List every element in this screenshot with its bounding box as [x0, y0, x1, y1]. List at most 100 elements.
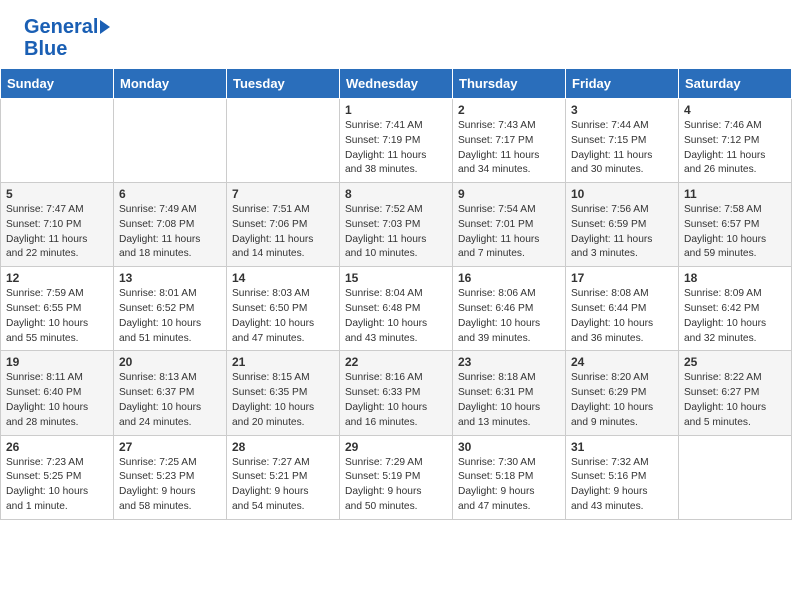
day-info: Sunrise: 8:06 AM Sunset: 6:46 PM Dayligh… — [458, 287, 560, 346]
weekday-header: Monday — [114, 69, 227, 99]
calendar-day-cell — [227, 99, 340, 183]
day-number: 19 — [6, 355, 108, 369]
day-number: 27 — [119, 440, 221, 454]
calendar-week-row: 5 Sunrise: 7:47 AM Sunset: 7:10 PM Daylig… — [1, 183, 792, 267]
day-info: Sunrise: 8:22 AM Sunset: 6:27 PM Dayligh… — [684, 371, 786, 430]
day-number: 20 — [119, 355, 221, 369]
day-info: Sunrise: 8:15 AM Sunset: 6:35 PM Dayligh… — [232, 371, 334, 430]
calendar-day-cell: 14Sunrise: 8:03 AM Sunset: 6:50 PM Dayli… — [227, 267, 340, 351]
calendar-table: SundayMondayTuesdayWednesdayThursdayFrid… — [0, 68, 792, 520]
day-info: Sunrise: 7:56 AM Sunset: 6:59 PM Dayligh… — [571, 203, 673, 262]
day-number: 5 — [6, 187, 108, 201]
day-info: Sunrise: 7:47 AM Sunset: 7:10 PM Dayligh… — [6, 203, 108, 262]
calendar-day-cell: 7 Sunrise: 7:51 AM Sunset: 7:06 PM Daylig… — [227, 183, 340, 267]
day-info: Sunrise: 7:27 AM Sunset: 5:21 PM Dayligh… — [232, 456, 334, 515]
day-number: 21 — [232, 355, 334, 369]
calendar-day-cell: 28 Sunrise: 7:27 AM Sunset: 5:21 PM Dayli… — [227, 435, 340, 519]
day-info: Sunrise: 8:04 AM Sunset: 6:48 PM Dayligh… — [345, 287, 447, 346]
day-number: 31 — [571, 440, 673, 454]
day-number: 24 — [571, 355, 673, 369]
day-info: Sunrise: 7:49 AM Sunset: 7:08 PM Dayligh… — [119, 203, 221, 262]
day-info: Sunrise: 8:16 AM Sunset: 6:33 PM Dayligh… — [345, 371, 447, 430]
calendar-header-row: SundayMondayTuesdayWednesdayThursdayFrid… — [1, 69, 792, 99]
day-info: Sunrise: 8:18 AM Sunset: 6:31 PM Dayligh… — [458, 371, 560, 430]
calendar-day-cell: 15 Sunrise: 8:04 AM Sunset: 6:48 PM Dayli… — [340, 267, 453, 351]
logo-text: General — [24, 16, 98, 38]
day-number: 26 — [6, 440, 108, 454]
calendar-day-cell — [1, 99, 114, 183]
day-info: Sunrise: 7:43 AM Sunset: 7:17 PM Dayligh… — [458, 119, 560, 178]
day-info: Sunrise: 8:03 AM Sunset: 6:50 PM Dayligh… — [232, 287, 334, 346]
calendar-body: 1 Sunrise: 7:41 AM Sunset: 7:19 PM Daylig… — [1, 99, 792, 520]
day-info: Sunrise: 8:01 AM Sunset: 6:52 PM Dayligh… — [119, 287, 221, 346]
calendar-day-cell: 25 Sunrise: 8:22 AM Sunset: 6:27 PM Dayli… — [679, 351, 792, 435]
calendar-day-cell: 26 Sunrise: 7:23 AM Sunset: 5:25 PM Dayli… — [1, 435, 114, 519]
calendar-day-cell: 24 Sunrise: 8:20 AM Sunset: 6:29 PM Dayli… — [566, 351, 679, 435]
day-number: 1 — [345, 103, 447, 117]
calendar-day-cell: 29 Sunrise: 7:29 AM Sunset: 5:19 PM Dayli… — [340, 435, 453, 519]
calendar-day-cell — [114, 99, 227, 183]
day-number: 23 — [458, 355, 560, 369]
logo-blue-text: Blue — [24, 38, 67, 60]
calendar-day-cell: 31Sunrise: 7:32 AM Sunset: 5:16 PM Dayli… — [566, 435, 679, 519]
calendar-day-cell: 22Sunrise: 8:16 AM Sunset: 6:33 PM Dayli… — [340, 351, 453, 435]
logo: General Blue — [24, 16, 110, 60]
day-number: 16 — [458, 271, 560, 285]
day-number: 8 — [345, 187, 447, 201]
day-number: 4 — [684, 103, 786, 117]
day-number: 28 — [232, 440, 334, 454]
day-info: Sunrise: 7:30 AM Sunset: 5:18 PM Dayligh… — [458, 456, 560, 515]
calendar-day-cell: 2 Sunrise: 7:43 AM Sunset: 7:17 PM Daylig… — [453, 99, 566, 183]
calendar-week-row: 12 Sunrise: 7:59 AM Sunset: 6:55 PM Dayli… — [1, 267, 792, 351]
day-info: Sunrise: 8:09 AM Sunset: 6:42 PM Dayligh… — [684, 287, 786, 346]
day-info: Sunrise: 8:11 AM Sunset: 6:40 PM Dayligh… — [6, 371, 108, 430]
day-number: 29 — [345, 440, 447, 454]
day-info: Sunrise: 7:46 AM Sunset: 7:12 PM Dayligh… — [684, 119, 786, 178]
calendar-day-cell: 3 Sunrise: 7:44 AM Sunset: 7:15 PM Daylig… — [566, 99, 679, 183]
calendar-day-cell: 23 Sunrise: 8:18 AM Sunset: 6:31 PM Dayli… — [453, 351, 566, 435]
calendar-day-cell: 16 Sunrise: 8:06 AM Sunset: 6:46 PM Dayli… — [453, 267, 566, 351]
calendar-week-row: 1 Sunrise: 7:41 AM Sunset: 7:19 PM Daylig… — [1, 99, 792, 183]
day-number: 9 — [458, 187, 560, 201]
calendar-day-cell: 12 Sunrise: 7:59 AM Sunset: 6:55 PM Dayli… — [1, 267, 114, 351]
day-info: Sunrise: 8:20 AM Sunset: 6:29 PM Dayligh… — [571, 371, 673, 430]
calendar-day-cell: 21 Sunrise: 8:15 AM Sunset: 6:35 PM Dayli… — [227, 351, 340, 435]
day-info: Sunrise: 7:58 AM Sunset: 6:57 PM Dayligh… — [684, 203, 786, 262]
day-info: Sunrise: 7:25 AM Sunset: 5:23 PM Dayligh… — [119, 456, 221, 515]
calendar-day-cell: 1 Sunrise: 7:41 AM Sunset: 7:19 PM Daylig… — [340, 99, 453, 183]
day-info: Sunrise: 8:08 AM Sunset: 6:44 PM Dayligh… — [571, 287, 673, 346]
calendar-week-row: 26 Sunrise: 7:23 AM Sunset: 5:25 PM Dayli… — [1, 435, 792, 519]
day-number: 7 — [232, 187, 334, 201]
weekday-header: Wednesday — [340, 69, 453, 99]
day-number: 3 — [571, 103, 673, 117]
calendar-day-cell: 6Sunrise: 7:49 AM Sunset: 7:08 PM Daylig… — [114, 183, 227, 267]
day-info: Sunrise: 7:51 AM Sunset: 7:06 PM Dayligh… — [232, 203, 334, 262]
day-number: 12 — [6, 271, 108, 285]
calendar-day-cell: 18Sunrise: 8:09 AM Sunset: 6:42 PM Dayli… — [679, 267, 792, 351]
calendar-day-cell: 5 Sunrise: 7:47 AM Sunset: 7:10 PM Daylig… — [1, 183, 114, 267]
day-info: Sunrise: 7:59 AM Sunset: 6:55 PM Dayligh… — [6, 287, 108, 346]
header: General Blue — [0, 0, 792, 68]
day-info: Sunrise: 7:41 AM Sunset: 7:19 PM Dayligh… — [345, 119, 447, 178]
weekday-header: Friday — [566, 69, 679, 99]
day-number: 25 — [684, 355, 786, 369]
calendar-day-cell: 30 Sunrise: 7:30 AM Sunset: 5:18 PM Dayli… — [453, 435, 566, 519]
calendar-day-cell: 4 Sunrise: 7:46 AM Sunset: 7:12 PM Daylig… — [679, 99, 792, 183]
calendar-day-cell: 10 Sunrise: 7:56 AM Sunset: 6:59 PM Dayli… — [566, 183, 679, 267]
day-number: 17 — [571, 271, 673, 285]
day-info: Sunrise: 7:44 AM Sunset: 7:15 PM Dayligh… — [571, 119, 673, 178]
weekday-header: Saturday — [679, 69, 792, 99]
day-info: Sunrise: 8:13 AM Sunset: 6:37 PM Dayligh… — [119, 371, 221, 430]
day-info: Sunrise: 7:23 AM Sunset: 5:25 PM Dayligh… — [6, 456, 108, 515]
weekday-header: Tuesday — [227, 69, 340, 99]
calendar-day-cell: 8 Sunrise: 7:52 AM Sunset: 7:03 PM Daylig… — [340, 183, 453, 267]
day-info: Sunrise: 7:52 AM Sunset: 7:03 PM Dayligh… — [345, 203, 447, 262]
day-number: 15 — [345, 271, 447, 285]
day-info: Sunrise: 7:29 AM Sunset: 5:19 PM Dayligh… — [345, 456, 447, 515]
day-number: 30 — [458, 440, 560, 454]
day-number: 13 — [119, 271, 221, 285]
day-number: 10 — [571, 187, 673, 201]
calendar-day-cell: 20 Sunrise: 8:13 AM Sunset: 6:37 PM Dayli… — [114, 351, 227, 435]
day-number: 2 — [458, 103, 560, 117]
calendar-day-cell: 27 Sunrise: 7:25 AM Sunset: 5:23 PM Dayli… — [114, 435, 227, 519]
